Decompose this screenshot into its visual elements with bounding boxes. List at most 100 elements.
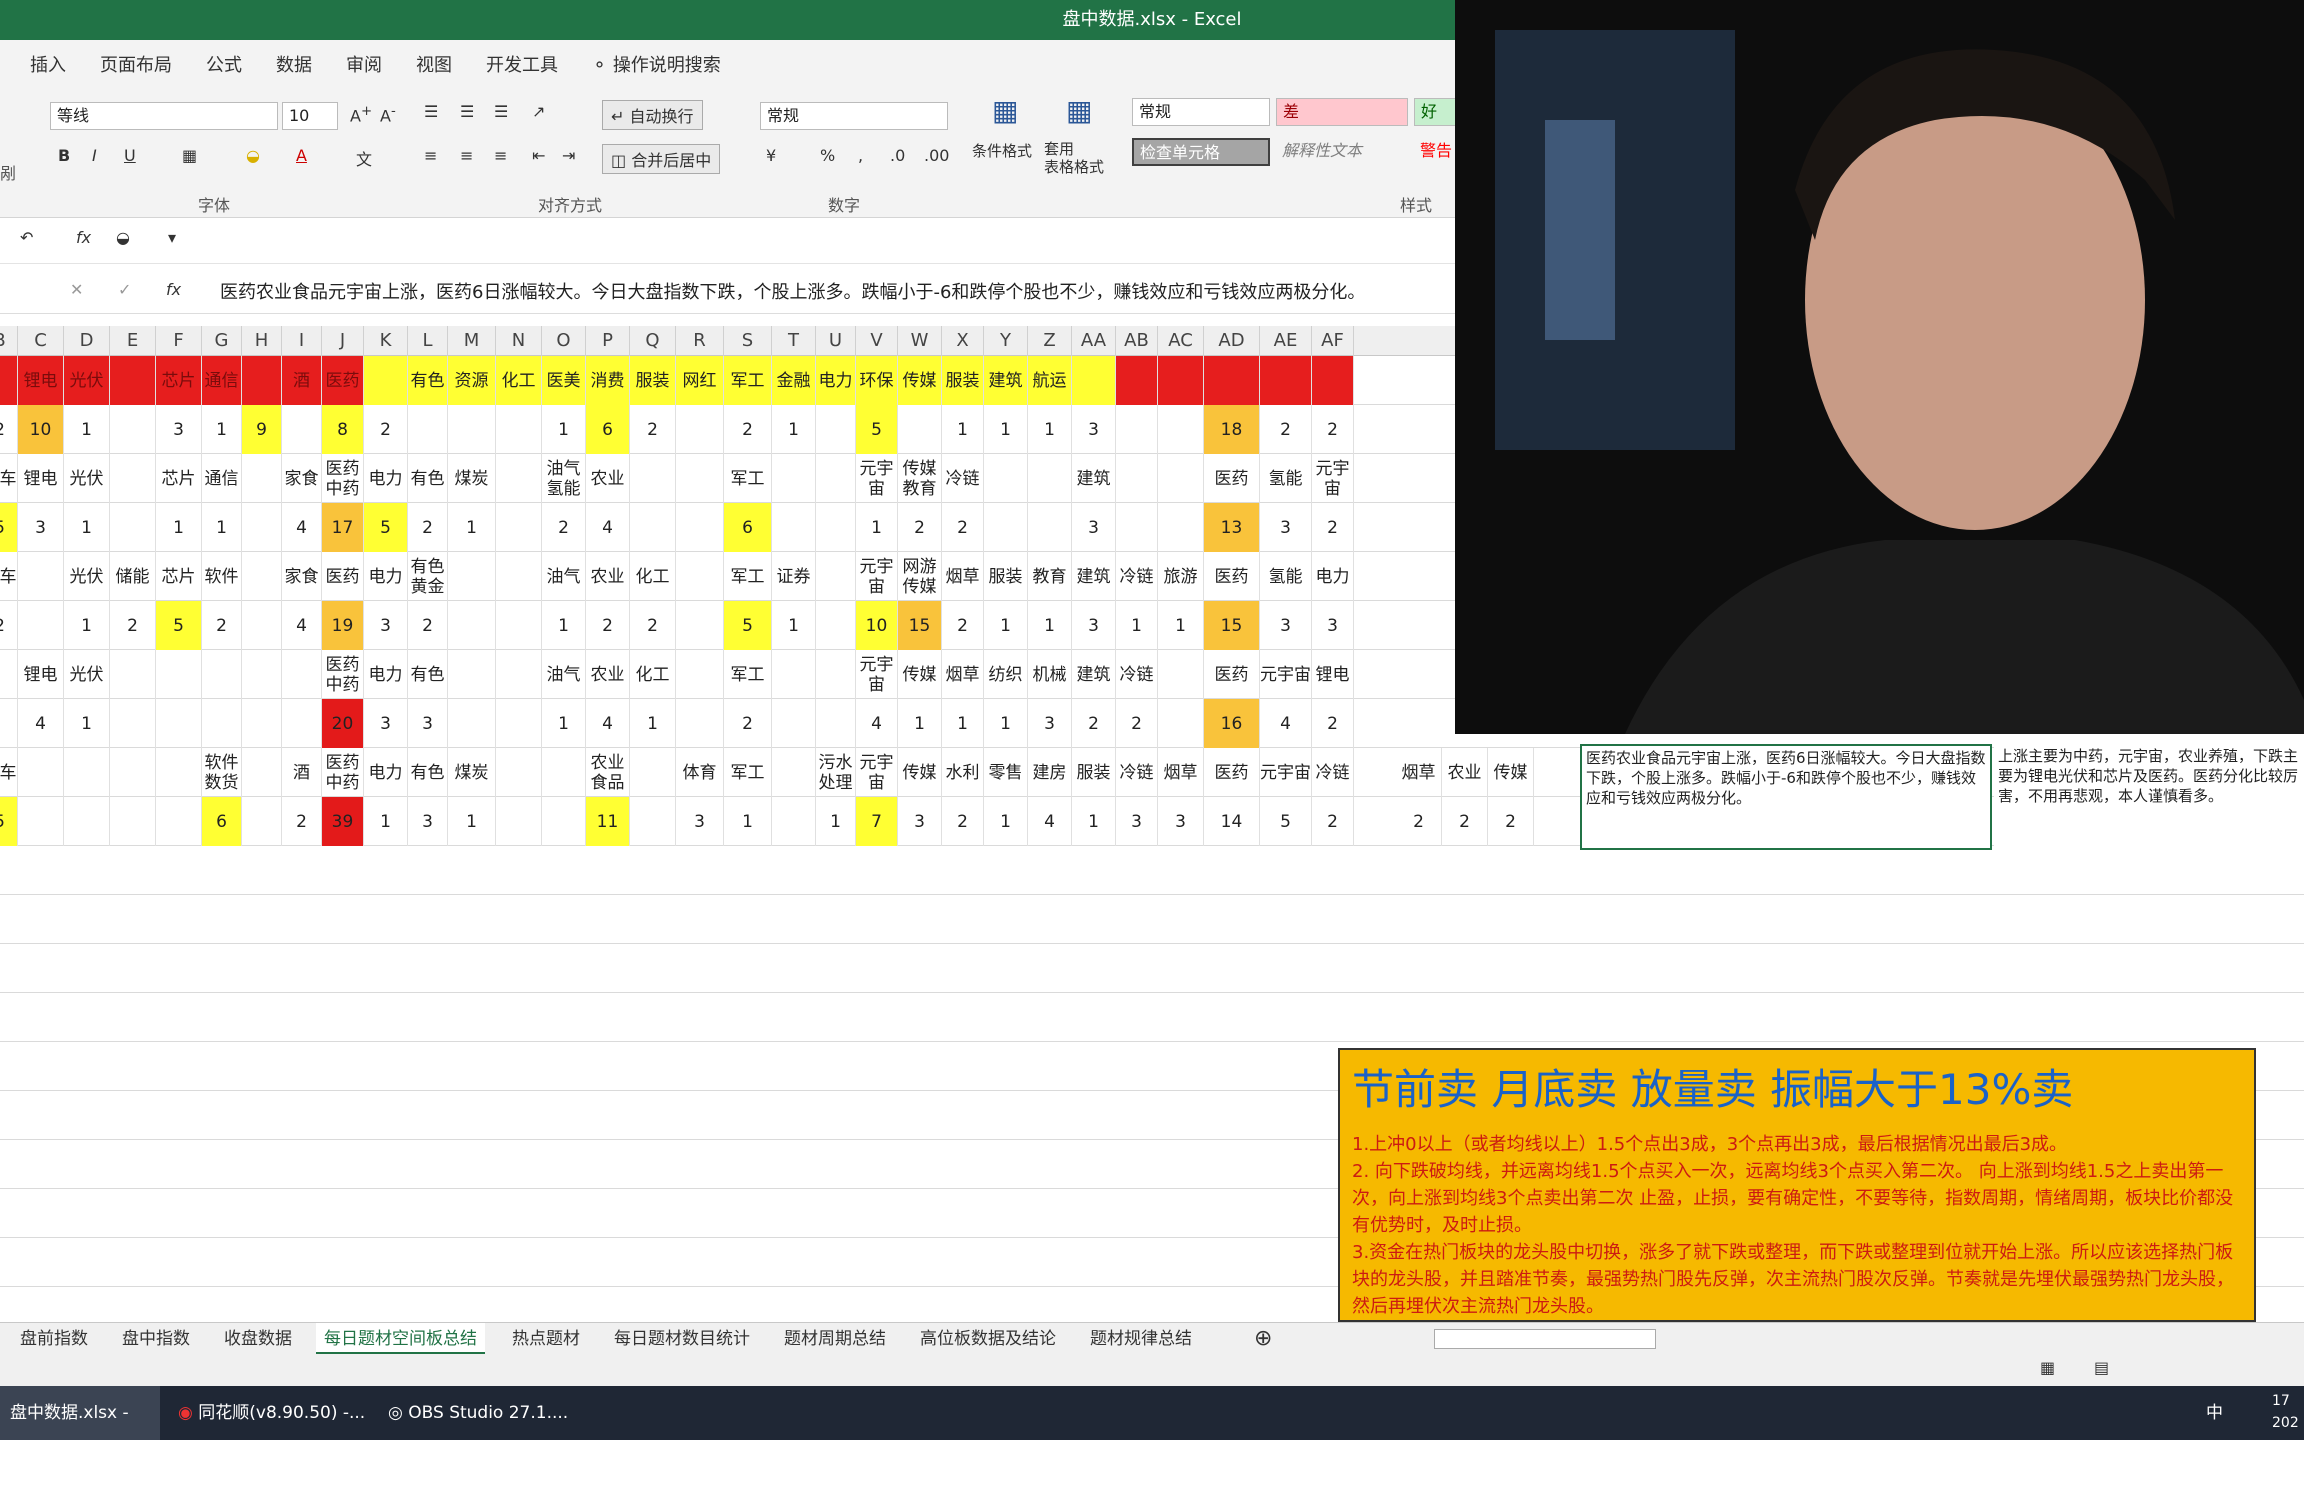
column-header[interactable]: O [542,326,586,356]
increase-decimal-button[interactable]: .0 [890,146,905,165]
table-cell[interactable] [898,405,942,454]
table-cell[interactable] [1158,503,1204,552]
column-header[interactable]: P [586,326,630,356]
column-header[interactable]: AB [1116,326,1158,356]
table-cell[interactable] [364,356,408,405]
table-cell[interactable]: 军工 [724,454,772,503]
table-cell[interactable]: 2 [586,601,630,650]
table-cell[interactable]: 2 [1072,699,1116,748]
table-cell[interactable]: 2 [1488,797,1534,846]
sheet-tab[interactable]: 题材周期总结 [784,1323,886,1355]
table-cell[interactable] [816,552,856,601]
table-cell[interactable]: 资源 [448,356,496,405]
table-cell[interactable] [242,454,282,503]
table-cell[interactable]: 17 [322,503,364,552]
table-cell[interactable]: 3 [364,601,408,650]
column-header[interactable]: G [202,326,242,356]
table-cell[interactable]: 有色黄金 [408,552,448,601]
table-cell[interactable]: 酒 [282,356,322,405]
table-cell[interactable]: 通信 [202,454,242,503]
table-cell[interactable] [242,503,282,552]
table-cell[interactable]: 15 [1204,601,1260,650]
number-format-select[interactable]: 常规 [760,102,948,130]
column-header[interactable]: AF [1312,326,1354,356]
table-cell[interactable] [448,405,496,454]
table-cell[interactable]: 家食 [282,552,322,601]
table-cell[interactable] [1260,356,1312,405]
table-cell[interactable]: 2 [1396,797,1442,846]
table-cell[interactable]: 5 [156,601,202,650]
cell-comment-a[interactable]: 医药农业食品元宇宙上涨，医药6日涨幅较大。今日大盘指数下跌，个股上涨多。跌幅小于… [1580,744,1992,850]
orientation-icon[interactable]: ↗ [532,102,545,121]
table-cell[interactable]: 油气 [542,650,586,699]
tab-view[interactable]: 视图 [416,51,452,77]
table-cell[interactable]: 1 [1158,601,1204,650]
align-left-icon[interactable]: ≡ [424,146,437,165]
table-cell[interactable]: 医药中药 [322,454,364,503]
wrap-text-button[interactable]: ↵ 自动换行 [602,100,703,130]
table-cell[interactable]: 消费 [586,356,630,405]
taskbar-obs[interactable]: ◎ OBS Studio 27.1.... [378,1386,588,1440]
table-cell[interactable]: 元宇宙 [856,552,898,601]
decrease-decimal-button[interactable]: .00 [924,146,949,165]
table-cell[interactable] [1158,405,1204,454]
table-cell[interactable]: 有色 [408,454,448,503]
table-cell[interactable] [496,454,542,503]
table-cell[interactable]: 1 [64,699,110,748]
align-middle-icon[interactable]: ☰ [460,102,474,121]
column-header[interactable]: AE [1260,326,1312,356]
table-cell[interactable] [676,405,724,454]
fill-color-icon[interactable]: ◒ [246,146,260,165]
table-cell[interactable]: 4 [586,503,630,552]
table-cell[interactable] [1158,356,1204,405]
table-cell[interactable] [282,650,322,699]
table-cell[interactable]: 18 [1204,405,1260,454]
table-cell[interactable]: 医药 [1204,552,1260,601]
table-cell[interactable]: 芯片 [156,454,202,503]
table-cell[interactable]: 1 [542,699,586,748]
table-cell[interactable]: 2 [1312,405,1354,454]
table-cell[interactable]: 2 [942,601,984,650]
table-cell[interactable] [448,699,496,748]
table-cell[interactable]: 13 [1204,503,1260,552]
table-cell[interactable] [676,601,724,650]
table-cell[interactable] [242,650,282,699]
cell-comment-b[interactable]: 上涨主要为中药，元宇宙，农业养殖，下跌主要为锂电光伏和芯片及医药。医药分化比较厉… [1994,744,2304,850]
table-cell[interactable]: 建筑 [1072,454,1116,503]
column-header[interactable]: E [110,326,156,356]
table-cell[interactable]: 锂电 [18,356,64,405]
table-cell[interactable] [0,699,18,748]
table-cell[interactable]: 16 [1204,699,1260,748]
column-header[interactable]: AC [1158,326,1204,356]
table-cell[interactable]: 冷链 [1116,650,1158,699]
table-cell[interactable]: 烟草 [942,552,984,601]
table-cell[interactable]: 5 [724,601,772,650]
insert-function-icon[interactable]: fx [166,280,181,299]
table-cell[interactable]: 4 [1260,699,1312,748]
table-cell[interactable]: 金融 [772,356,816,405]
table-cell[interactable]: 元宇宙 [1260,650,1312,699]
table-cell[interactable] [816,699,856,748]
borders-icon[interactable]: ▦ [182,146,197,165]
column-header[interactable]: R [676,326,724,356]
table-cell[interactable]: 1 [156,503,202,552]
underline-button[interactable]: U [124,146,136,165]
tell-me-search[interactable]: ⚬ 操作说明搜索 [592,51,721,77]
cancel-icon[interactable]: ✕ [70,280,83,299]
conditional-format-icon[interactable]: ▦ [992,94,1018,127]
table-cell[interactable] [448,601,496,650]
table-cell[interactable]: 2 [0,601,18,650]
column-header[interactable]: M [448,326,496,356]
table-cell[interactable] [110,699,156,748]
comma-button[interactable]: , [858,146,863,165]
table-format-label[interactable]: 套用 表格格式 [1044,140,1104,176]
table-cell[interactable]: 3 [408,699,448,748]
ime-indicator[interactable]: 中 [2196,1386,2223,1440]
table-cell[interactable] [0,650,18,699]
table-cell[interactable]: 10 [856,601,898,650]
table-cell[interactable]: 1 [64,405,110,454]
table-cell[interactable]: 2 [630,405,676,454]
table-cell[interactable]: 3 [1072,405,1116,454]
sheet-tab[interactable]: 热点题材 [512,1323,580,1355]
bold-button[interactable]: B [58,146,70,165]
